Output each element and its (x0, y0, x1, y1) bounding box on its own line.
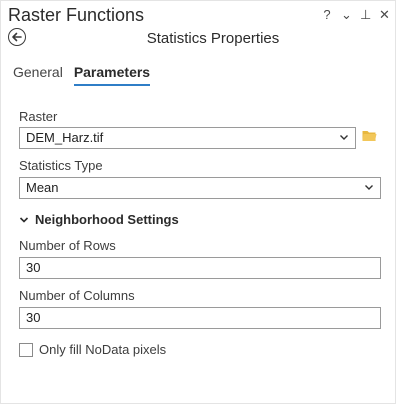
folder-icon[interactable] (362, 129, 377, 142)
chevron-down-icon (340, 135, 348, 140)
window-controls: ? ⌄ ⊥ ✕ (322, 8, 390, 22)
close-icon[interactable]: ✕ (379, 8, 390, 22)
rows-label: Number of Rows (19, 238, 116, 253)
raster-label: Raster (19, 109, 58, 124)
raster-value: DEM_Harz.tif (26, 130, 104, 145)
chevron-down-icon[interactable]: ⌄ (341, 8, 352, 22)
columns-input[interactable]: 30 (19, 307, 381, 329)
statistics-type-select[interactable]: Mean (19, 177, 381, 199)
nodata-label: Only fill NoData pixels (39, 342, 167, 357)
help-icon[interactable]: ? (322, 8, 332, 22)
neighborhood-settings-toggle[interactable]: Neighborhood Settings (19, 212, 179, 227)
tab-parameters[interactable]: Parameters (73, 64, 151, 86)
nodata-checkbox[interactable] (19, 342, 33, 357)
window-title: Raster Functions (8, 5, 145, 25)
chevron-down-icon (365, 185, 373, 190)
title-bar: Raster Functions ? ⌄ ⊥ ✕ (1, 1, 396, 29)
rows-input[interactable]: 30 (19, 257, 381, 279)
raster-functions-pane: Raster Functions ? ⌄ ⊥ ✕ Statistics Prop… (0, 0, 396, 404)
statistics-type-value: Mean (26, 180, 59, 195)
nodata-option[interactable]: Only fill NoData pixels (19, 342, 166, 357)
statistics-type-label: Statistics Type (19, 158, 103, 173)
neighborhood-settings-label: Neighborhood Settings (35, 212, 179, 227)
tab-general[interactable]: General (13, 64, 63, 86)
tab-bar: General Parameters (13, 64, 151, 86)
chevron-down-icon (19, 216, 29, 223)
raster-select[interactable]: DEM_Harz.tif (19, 127, 356, 149)
columns-label: Number of Columns (19, 288, 135, 303)
page-title: Statistics Properties (146, 30, 280, 47)
pin-icon[interactable]: ⊥ (360, 8, 371, 22)
